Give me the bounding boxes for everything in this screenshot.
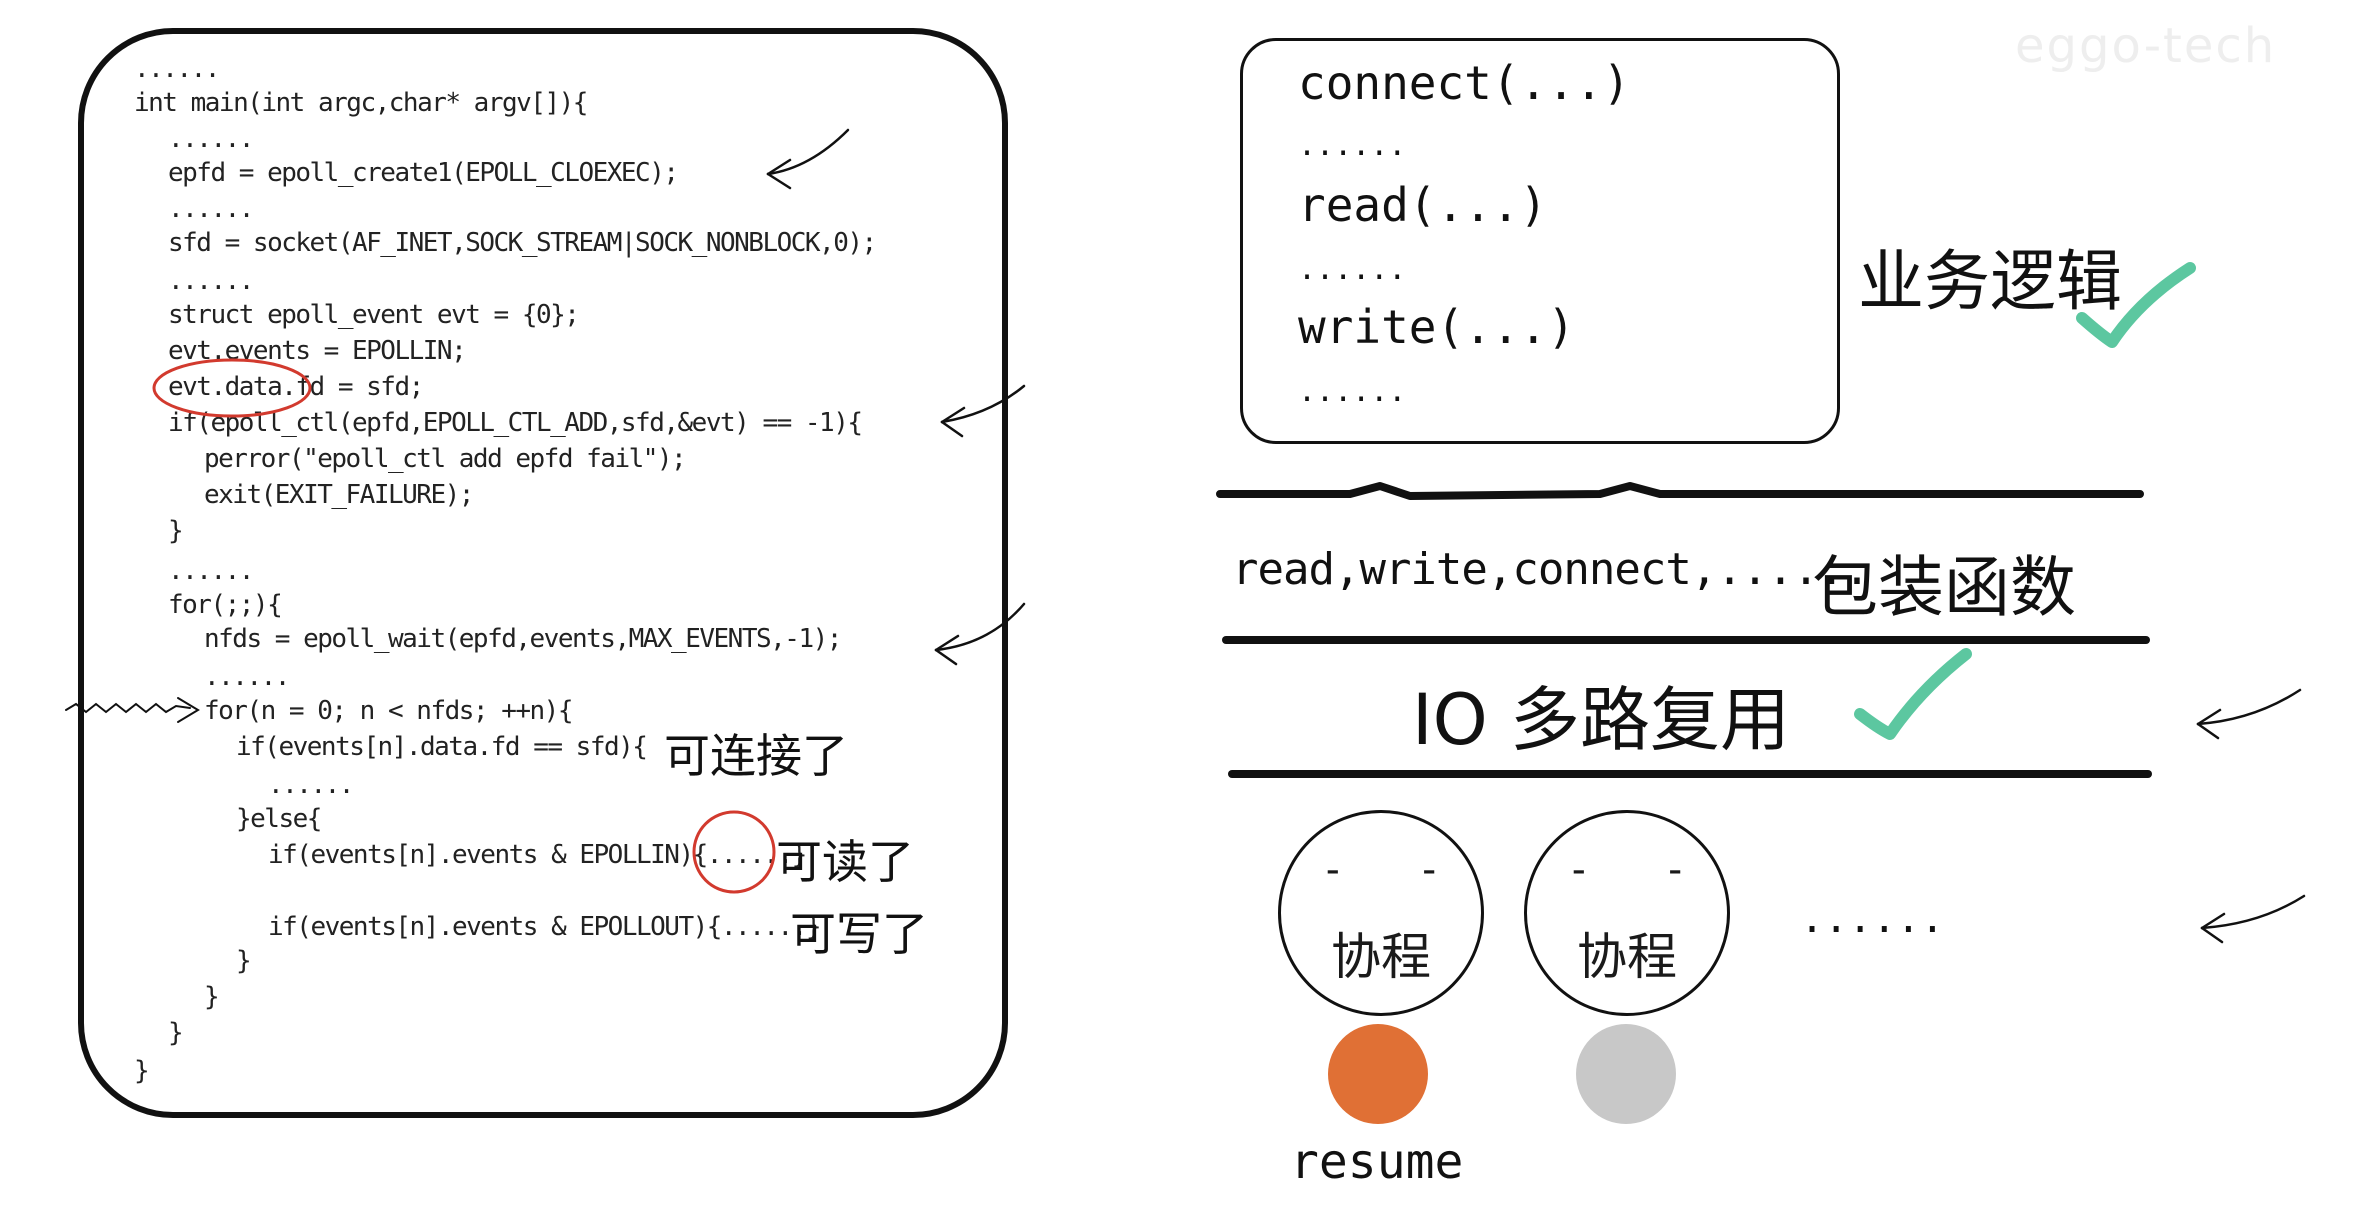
arrow-icon <box>940 384 1026 438</box>
arrow-icon <box>934 602 1026 666</box>
highlight-circle <box>152 358 312 418</box>
wavy-arrow-icon <box>65 697 200 723</box>
check-icon <box>2076 262 2196 348</box>
layer-divider-top <box>1216 482 2144 500</box>
highlight-circle <box>692 810 776 894</box>
arrow-icon <box>2200 894 2306 944</box>
arrow-icon <box>766 128 850 190</box>
arrow-icon <box>2196 688 2302 740</box>
decorations <box>65 128 2306 944</box>
check-icon <box>1854 648 1972 740</box>
